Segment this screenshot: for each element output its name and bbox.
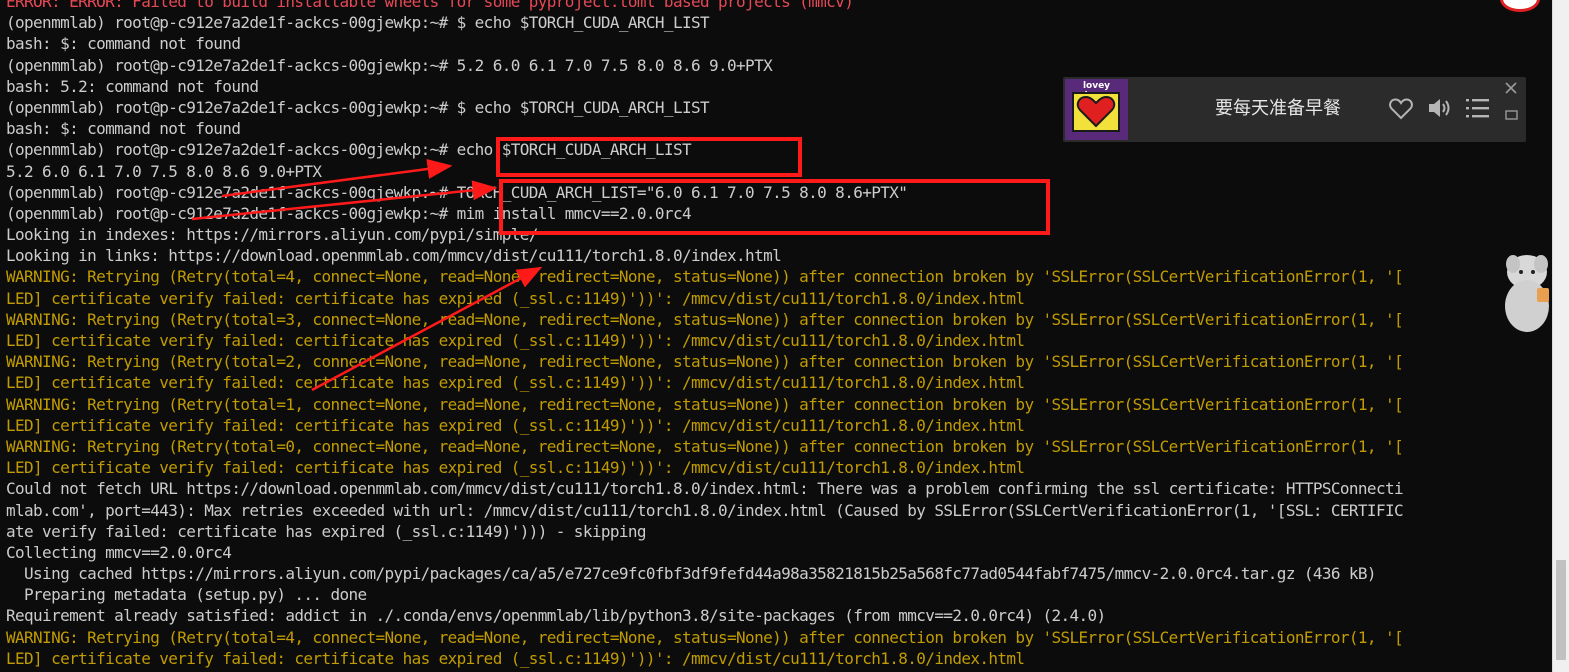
terminal-line: LED] certificate verify failed: certific… [6, 458, 1025, 478]
terminal-line: Preparing metadata (setup.py) ... done [6, 585, 367, 605]
terminal-line: WARNING: Retrying (Retry(total=2, connec… [6, 352, 1404, 372]
vertical-scrollbar[interactable] [1552, 0, 1569, 672]
terminal-line: WARNING: Retrying (Retry(total=1, connec… [6, 394, 1404, 414]
volume-icon[interactable] [1427, 96, 1453, 125]
terminal-line: ERROR: ERROR: Failed to build installabl… [6, 0, 854, 11]
music-player-widget[interactable]: lovey dovey 要每天准备早餐 [1063, 77, 1526, 142]
terminal-line: WARNING: Retrying (Retry(total=3, connec… [6, 309, 1404, 329]
playlist-icon[interactable] [1466, 97, 1490, 124]
heart-icon[interactable] [1388, 97, 1414, 126]
scrollbar-thumb[interactable] [1556, 560, 1566, 660]
highlight-box-arch-list-assignment [499, 179, 1050, 235]
highlight-box-echo-command [496, 137, 802, 177]
heart-album-icon [1076, 95, 1116, 128]
terminal-line: (openmmlab) root@p-c912e7a2de1f-ackcs-00… [6, 55, 773, 75]
terminal-line: mlab.com', port=443): Max retries exceed… [6, 500, 1404, 520]
terminal-line: ate verify failed: certificate has expir… [6, 521, 647, 541]
album-cover-panel [1072, 92, 1120, 132]
terminal-line: LED] certificate verify failed: certific… [6, 648, 1025, 668]
minimize-icon[interactable] [1505, 107, 1518, 125]
album-cover[interactable]: lovey dovey [1065, 79, 1128, 140]
terminal-line: Requirement already satisfied: addict in… [6, 606, 1106, 626]
terminal-line: WARNING: Retrying (Retry(total=4, connec… [6, 627, 1404, 647]
terminal-line: LED] certificate verify failed: certific… [6, 288, 1025, 308]
terminal-line: Collecting mmcv==2.0.0rc4 [6, 542, 232, 562]
mascot-sticker [1505, 255, 1549, 332]
terminal-line: Using cached https://mirrors.aliyun.com/… [6, 564, 1377, 584]
terminal-line: Could not fetch URL https://download.ope… [6, 479, 1404, 499]
terminal-line: WARNING: Retrying (Retry(total=4, connec… [6, 267, 1404, 287]
close-icon[interactable] [1504, 81, 1518, 100]
terminal-line: bash: $: command not found [6, 34, 241, 54]
terminal-line: Looking in links: https://download.openm… [6, 246, 782, 266]
song-title: 要每天准备早餐 [1215, 98, 1341, 119]
terminal-line: (openmmlab) root@p-c912e7a2de1f-ackcs-00… [6, 13, 710, 33]
terminal-line: WARNING: Retrying (Retry(total=0, connec… [6, 436, 1404, 456]
terminal-line: LED] certificate verify failed: certific… [6, 331, 1025, 350]
terminal-line: LED] certificate verify failed: certific… [6, 373, 1025, 393]
terminal-line: LED] certificate verify failed: certific… [6, 415, 1025, 435]
